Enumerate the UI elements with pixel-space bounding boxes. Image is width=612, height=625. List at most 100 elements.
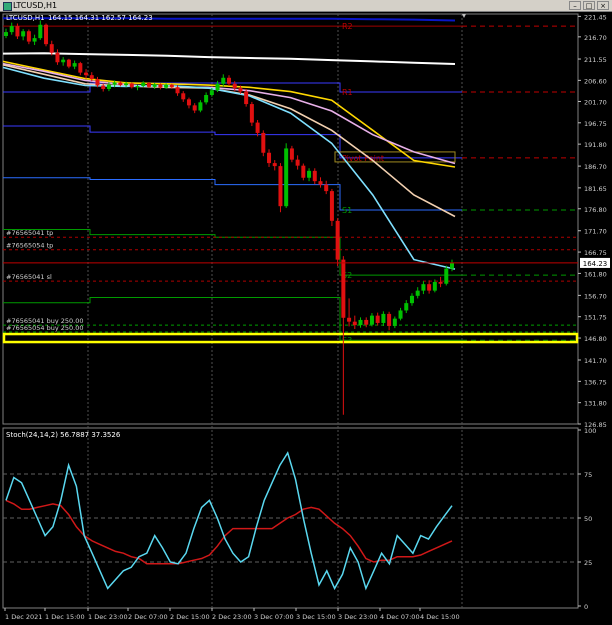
stochastic-y-tick-label: 100 [584, 427, 596, 435]
candle-body [267, 152, 272, 164]
x-axis-tick-label: 3 Dec 23:00 [338, 613, 378, 621]
y-axis-tick-label: 136.75 [584, 378, 607, 386]
y-axis-tick-label: 161.80 [584, 270, 607, 278]
y-axis-tick-label: 131.80 [584, 400, 607, 408]
candle-body [238, 88, 243, 92]
x-axis-tick-label: 3 Dec 07:00 [254, 613, 294, 621]
candle-body [387, 313, 392, 326]
trading-terminal-window: LTCUSD,H1 – □ × R2 R1 Pivot Point S1 S2 S3 #76… [0, 0, 612, 625]
minimize-button[interactable]: – [569, 1, 581, 10]
candle-body [324, 184, 329, 192]
candle-body [215, 83, 220, 91]
y-axis-tick-label: 171.70 [584, 228, 607, 236]
trade-line-label: #76565054 buy 250.00 [6, 324, 84, 332]
candle-body [135, 85, 140, 88]
chart-ohlc: 164.15 164.31 162.57 164.23 [48, 14, 153, 22]
candle-body [341, 259, 346, 318]
y-axis-tick-label: 186.70 [584, 163, 607, 171]
stochastic-label: Stoch(24,14,2) 56.7887 37.3526 [6, 431, 121, 439]
candle-body [255, 122, 260, 133]
candle-body [364, 319, 369, 325]
window-titlebar: LTCUSD,H1 – □ × [0, 0, 612, 12]
candle-body [49, 44, 54, 53]
candle-body [9, 26, 14, 33]
pivot-label-r1: R1 [342, 88, 353, 97]
candle-body [118, 82, 123, 86]
trade-line-label: #76565054 tp [6, 242, 53, 250]
candle-body [4, 32, 8, 36]
candle-body [169, 84, 174, 88]
candle-body [55, 52, 60, 63]
candle-body [89, 75, 94, 80]
candle-body [404, 303, 409, 311]
pivot-label-s1: S1 [342, 206, 352, 215]
candle-body [158, 84, 163, 88]
candle-body [26, 31, 31, 42]
candle-body [289, 148, 294, 160]
candle-body [186, 99, 191, 106]
pivot-level-pivot-point [3, 125, 462, 159]
y-axis-tick-label: 176.80 [584, 206, 607, 214]
x-axis-tick-label: 3 Dec 15:00 [296, 613, 336, 621]
candle-body [438, 282, 443, 284]
candle-body [358, 319, 363, 326]
close-button[interactable]: × [597, 1, 609, 10]
pivot-level-r1 [3, 82, 462, 93]
candle-body [112, 82, 117, 85]
x-axis-tick-label: 1 Dec 2021 [5, 613, 42, 621]
candle-body [347, 317, 352, 322]
trade-line-label: #76565041 sl [6, 273, 52, 281]
candle-body [335, 220, 340, 260]
order-highlight-band[interactable] [2, 332, 579, 344]
chart-window-icon [3, 2, 12, 11]
candle-body [198, 102, 203, 111]
candle-body [261, 132, 266, 153]
candle-body [244, 91, 249, 105]
candle-body [44, 24, 49, 45]
y-axis-tick-label: 211.55 [584, 56, 607, 64]
moving-average-line [2, 66, 456, 270]
candle-body [146, 82, 151, 87]
x-axis-tick-label: 2 Dec 23:00 [212, 613, 252, 621]
candle-body [78, 63, 83, 73]
price-chart[interactable]: R2R1Pivot PointS1S2S3#76565041 tp#765650… [0, 12, 612, 625]
candle-body [95, 79, 100, 86]
x-axis-tick-label: 4 Dec 07:00 [380, 613, 420, 621]
y-axis-tick-label: 201.70 [584, 98, 607, 106]
chart-shift-marker[interactable] [462, 14, 466, 18]
candle-body [15, 26, 20, 37]
y-axis-tick-label: 151.75 [584, 314, 607, 322]
y-axis-tick-label: 191.80 [584, 141, 607, 149]
x-axis-tick-label: 1 Dec 23:00 [88, 613, 128, 621]
candle-body [141, 82, 146, 86]
candle-body [84, 72, 89, 76]
stochastic-signal-line [5, 499, 453, 565]
candle-body [192, 105, 197, 111]
trade-line-label: #76565041 tp [6, 229, 53, 237]
current-price-label: 164.23 [583, 260, 608, 268]
y-axis-tick-label: 206.60 [584, 77, 607, 85]
candle-body [432, 282, 437, 291]
stochastic-y-tick-label: 0 [584, 603, 588, 611]
candle-body [307, 170, 312, 178]
candle-body [352, 321, 357, 326]
candle-body [72, 63, 77, 67]
pivot-label-r2: R2 [342, 22, 353, 31]
y-axis-tick-label: 141.70 [584, 357, 607, 365]
candle-body [32, 38, 37, 42]
candle-body [129, 83, 134, 88]
candle-body [329, 191, 334, 221]
y-axis-tick-label: 146.80 [584, 335, 607, 343]
candle-body [61, 59, 66, 63]
y-axis-tick-label: 166.75 [584, 249, 607, 257]
candle-body [312, 170, 317, 182]
candle-body [227, 77, 231, 84]
maximize-button[interactable]: □ [583, 1, 595, 10]
candle-body [409, 295, 414, 304]
candle-body [221, 77, 226, 84]
chart-symbol: LTCUSD,H1 [6, 14, 45, 22]
candle-body [232, 83, 237, 89]
candle-body [278, 166, 283, 207]
candle-body [415, 290, 420, 296]
candle-body [124, 83, 129, 86]
